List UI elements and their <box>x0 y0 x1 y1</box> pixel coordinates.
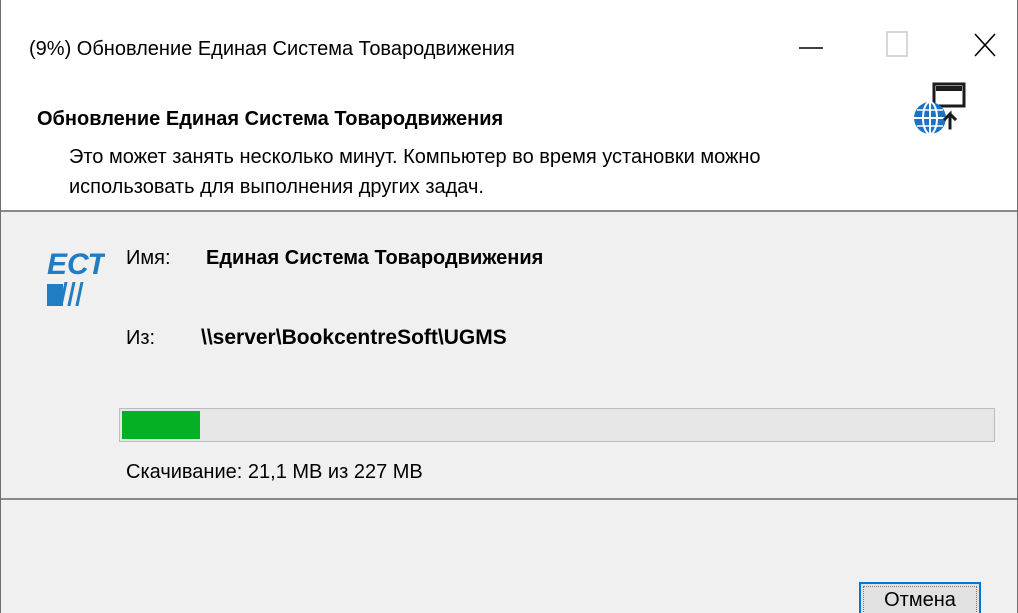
progress-fill <box>122 411 200 439</box>
source-path: \\server\BookcentreSoft\UGMS <box>201 326 507 349</box>
download-status: Скачивание: 21,1 MB из 227 MB <box>126 461 423 483</box>
minimize-icon <box>799 47 823 49</box>
cancel-button-label: Отмена <box>884 588 956 611</box>
minimize-button[interactable] <box>781 20 841 76</box>
title-bar[interactable]: (9%) Обновление Единая Система Товародви… <box>1 0 1017 90</box>
main-panel: ЕСТ Имя: Единая Система Товародвижения И… <box>1 212 1017 498</box>
window-title: (9%) Обновление Единая Система Товародви… <box>29 38 515 60</box>
name-label: Имя: <box>126 247 171 269</box>
source-label: Из: <box>126 327 156 349</box>
app-logo: ЕСТ <box>47 248 105 306</box>
header-description: Это может занять несколько минут. Компью… <box>69 146 761 198</box>
logo-text: ЕСТ <box>47 248 105 281</box>
cancel-button[interactable]: Отмена <box>859 582 981 613</box>
name-value: Единая Система Товародвижения <box>206 247 544 269</box>
maximize-icon <box>886 31 908 57</box>
footer-panel: Отмена <box>1 500 1017 613</box>
download-progress-bar <box>119 408 995 442</box>
installer-window: (9%) Обновление Единая Система Товародви… <box>0 0 1018 613</box>
maximize-button <box>867 20 927 76</box>
header-title: Обновление Единая Система Товародвижения <box>37 108 504 130</box>
close-icon <box>974 33 996 57</box>
header-panel: Обновление Единая Система Товародвижения… <box>1 82 1017 210</box>
globe-update-icon <box>914 82 966 135</box>
close-button[interactable] <box>955 20 1015 76</box>
